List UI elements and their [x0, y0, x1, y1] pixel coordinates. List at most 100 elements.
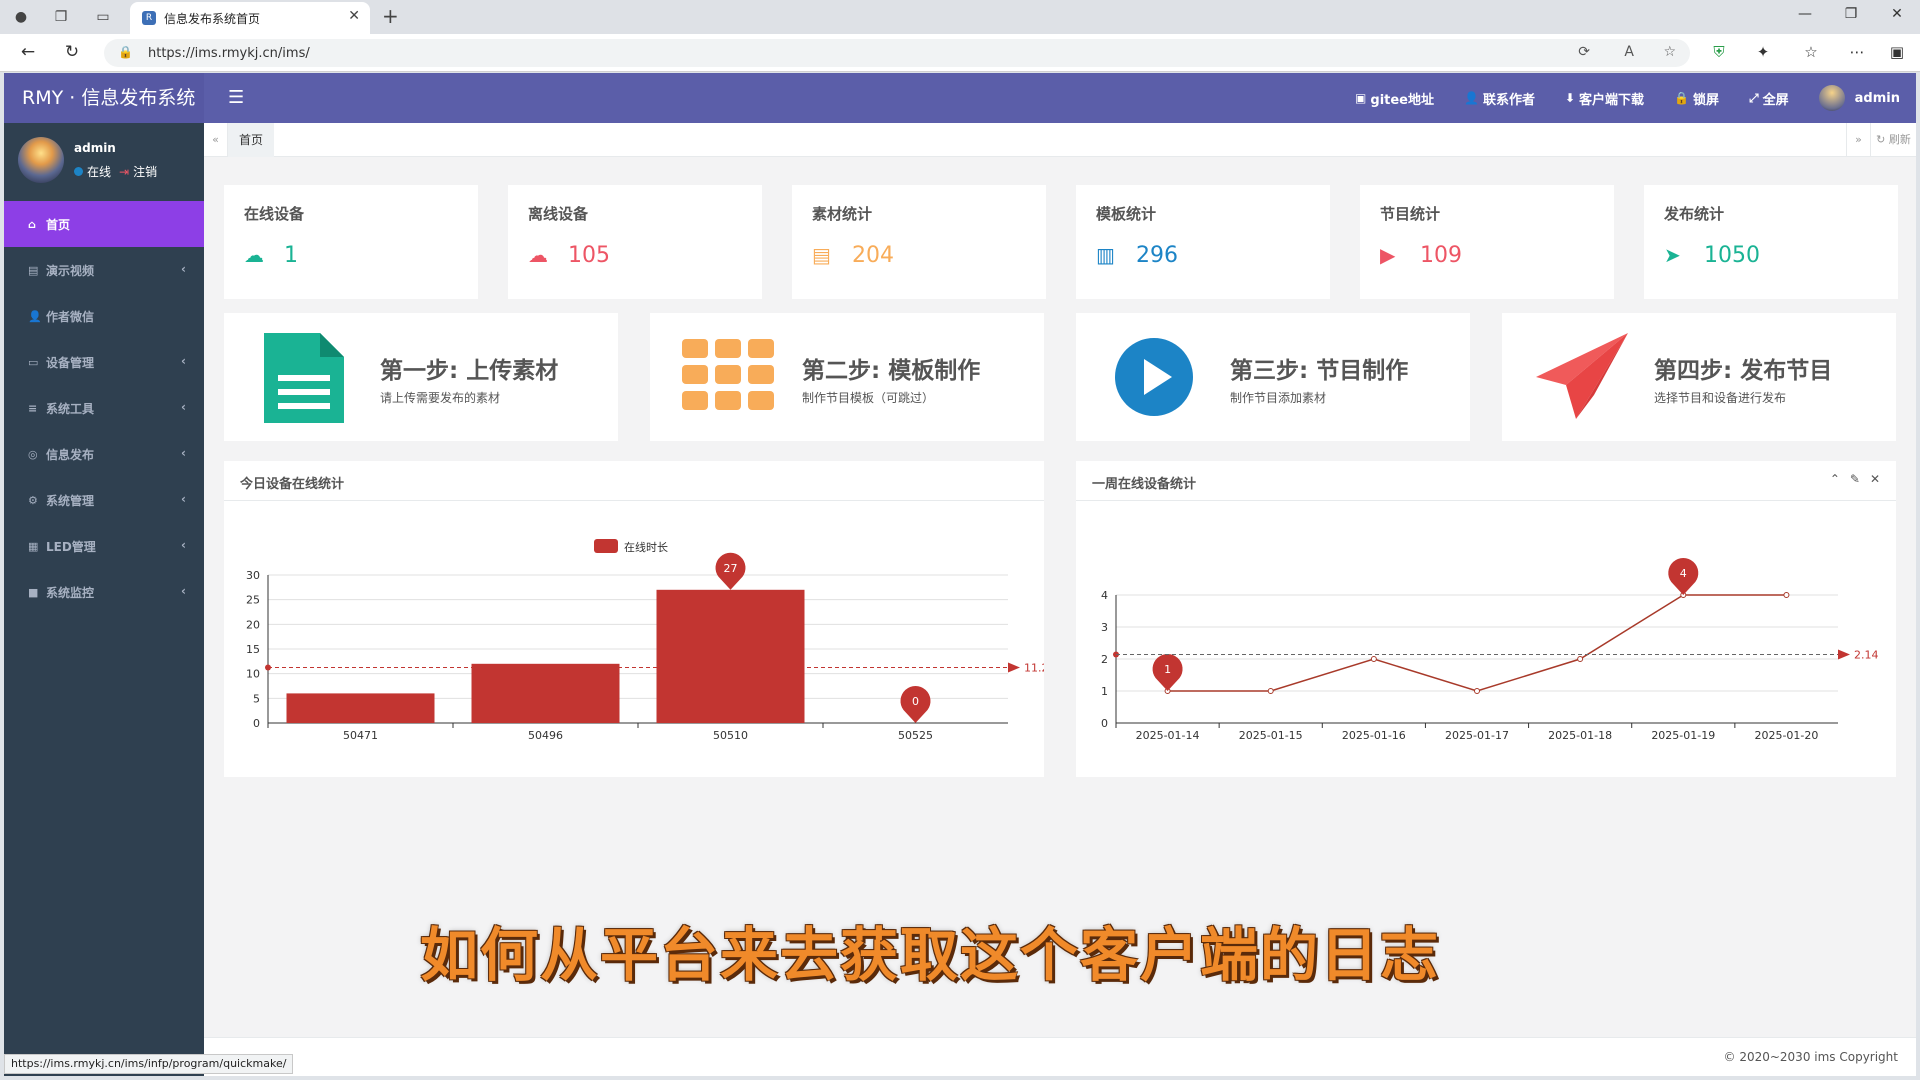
collapse-icon[interactable]: ⌃: [1830, 472, 1840, 486]
logout-link[interactable]: ⇥ 注销: [119, 163, 157, 180]
restore-icon[interactable]: ❐: [1836, 6, 1866, 22]
favorites-icon[interactable]: ☆: [1800, 43, 1822, 61]
stat-card-programs: 节目统计 ▶ 109: [1360, 185, 1614, 299]
tabs-scroll-left-icon[interactable]: «: [204, 123, 228, 157]
file-icon: ▤: [812, 243, 831, 267]
line-chart: 0 1 2 3 4 2025-01-14 2025-01-15 2025-01-16 2025-…: [1101, 558, 1879, 742]
x-tick-label: 2025-01-17: [1445, 729, 1509, 742]
tab-home[interactable]: 首页: [228, 123, 274, 157]
sidebar-item-author-wechat[interactable]: 👤 作者微信: [4, 293, 204, 339]
y-tick-label: 10: [246, 668, 260, 681]
nav-contact-author[interactable]: 👤 联系作者: [1464, 89, 1535, 108]
user-menu[interactable]: admin: [1818, 85, 1900, 111]
stat-card-offline: 离线设备 ☁ 105: [508, 185, 762, 299]
status-bar-url: https://ims.rmykj.cn/ims/infp/program/qu…: [4, 1054, 294, 1074]
panel-title: 一周在线设备统计: [1092, 477, 1197, 492]
panel-title: 今日设备在线统计: [240, 477, 345, 492]
x-tick-label: 2025-01-20: [1754, 729, 1818, 742]
y-tick-label: 2: [1101, 653, 1108, 666]
close-icon[interactable]: ✕: [1870, 472, 1880, 486]
refresh-button[interactable]: ↻ 刷新: [1870, 123, 1916, 157]
data-point: [1577, 656, 1584, 662]
wrench-icon[interactable]: ✎: [1850, 472, 1860, 486]
sidebar-item-home[interactable]: ⌂ 首页: [4, 201, 204, 247]
refresh-icon: ↻: [1876, 133, 1886, 146]
y-tick-label: 0: [1101, 717, 1108, 730]
reload-icon[interactable]: ↻: [60, 42, 84, 62]
y-tick-label: 25: [246, 594, 260, 607]
translate-icon[interactable]: ⟳: [1578, 44, 1590, 60]
chevron-left-icon: ‹: [181, 354, 186, 368]
video-caption: 如何从平台来去获取这个客户端的日志: [420, 921, 1441, 989]
data-point: [1783, 592, 1790, 598]
sidebar-item-demo-video[interactable]: ▤ 演示视频 ‹: [4, 247, 204, 293]
workspaces-icon[interactable]: ❐: [50, 7, 72, 27]
brand-title[interactable]: RMY · 信息发布系统: [4, 73, 204, 123]
sidebar-item-system-monitor[interactable]: ■ 系统监控 ‹: [4, 569, 204, 615]
keyboard-icon: ▦: [28, 539, 39, 553]
sidebar-toggle-icon[interactable]: ▣: [1886, 43, 1908, 61]
online-dot-icon: [74, 167, 83, 176]
nav-client-download[interactable]: ⬇ 客户端下载: [1565, 89, 1644, 108]
sidebar-item-system-management[interactable]: ⚙ 系统管理 ‹: [4, 477, 204, 523]
step-upload-materials[interactable]: 第一步: 上传素材 请上传需要发布的素材: [224, 313, 618, 441]
nav-lock-screen[interactable]: 🔒 锁屏: [1674, 89, 1719, 108]
back-icon[interactable]: ←: [16, 42, 40, 62]
y-tick-label: 30: [246, 569, 260, 582]
url-text: https://ims.rmykj.cn/ims/: [148, 46, 310, 61]
mark-line-label: 2.14: [1854, 649, 1879, 662]
window-close-icon[interactable]: ✕: [1882, 6, 1912, 22]
today-online-chart-panel: 今日设备在线统计 在线时长 0 5 10 15 20 25 30 50471 50496 50510…: [224, 461, 1044, 777]
footer: © 2020~2030 ims Copyright: [204, 1037, 1916, 1076]
sidebar-item-led-management[interactable]: ▦ LED管理 ‹: [4, 523, 204, 569]
lock-icon: 🔒: [118, 45, 133, 59]
y-tick-label: 20: [246, 618, 260, 631]
fullscreen-icon: ⤢: [1749, 90, 1759, 105]
sidebar: admin 在线 ⇥ 注销 ⌂ 首页 ▤ 演示视频 ‹ 👤 作者微信 ▭ 设备管理 ‹ ≡ 系统…: [4, 123, 204, 1076]
gear-icon: ⚙: [28, 493, 38, 507]
y-tick-label: 15: [246, 643, 260, 656]
step-program-making[interactable]: 第三步: 节目制作 制作节目添加素材: [1076, 313, 1470, 441]
x-tick-label: 50496: [528, 729, 563, 742]
step-template-making[interactable]: 第二步: 模板制作 制作节目模板（可跳过）: [650, 313, 1044, 441]
user-icon: 👤: [1464, 91, 1479, 105]
url-field[interactable]: 🔒 https://ims.rmykj.cn/ims/ ⟳ A ☆: [104, 39, 1690, 67]
shield-icon[interactable]: ⛨: [1708, 43, 1730, 61]
y-tick-label: 0: [253, 717, 260, 730]
bar-chart: 在线时长 0 5 10 15 20 25 30 50471 50496 50510 50525 27 0 1…: [246, 539, 1044, 742]
cloud-download-icon: ☁: [528, 243, 548, 267]
x-tick-label: 2025-01-14: [1136, 729, 1200, 742]
tabs-scroll-right-icon[interactable]: »: [1846, 123, 1870, 157]
mark-point-label: 4: [1680, 567, 1687, 580]
target-icon: ◎: [28, 447, 38, 461]
sidebar-menu: ⌂ 首页 ▤ 演示视频 ‹ 👤 作者微信 ▭ 设备管理 ‹ ≡ 系统工具 ‹ ◎ 信息发布 ‹ ⚙ 系…: [4, 201, 204, 615]
bar: [656, 589, 805, 723]
sidebar-item-system-tools[interactable]: ≡ 系统工具 ‹: [4, 385, 204, 431]
x-tick-label: 2025-01-19: [1651, 729, 1715, 742]
tab-actions-icon[interactable]: ▭: [92, 7, 114, 27]
sidebar-item-device-management[interactable]: ▭ 设备管理 ‹: [4, 339, 204, 385]
more-icon[interactable]: ⋯: [1846, 43, 1868, 61]
stat-card-materials: 素材统计 ▤ 204: [792, 185, 1046, 299]
nav-fullscreen[interactable]: ⤢ 全屏: [1749, 89, 1789, 108]
top-navbar: RMY · 信息发布系统 ☰ ▣ gitee地址 👤 联系作者 ⬇ 客户端下载 🔒 锁屏…: [4, 73, 1916, 123]
mark-line-arrow: [1838, 649, 1850, 660]
close-tab-icon[interactable]: ✕: [348, 8, 360, 24]
logout-icon: ⇥: [119, 165, 130, 179]
step-publish-program[interactable]: 第四步: 发布节目 选择节目和设备进行发布: [1502, 313, 1896, 441]
chevron-left-icon: ‹: [181, 400, 186, 414]
sidebar-item-info-publish[interactable]: ◎ 信息发布 ‹: [4, 431, 204, 477]
stat-card-online: 在线设备 ☁ 1: [224, 185, 478, 299]
read-aloud-icon[interactable]: A: [1624, 44, 1634, 60]
favorite-star-icon[interactable]: ☆: [1663, 44, 1676, 60]
play-square-icon: ▶: [1380, 243, 1396, 267]
extensions-icon[interactable]: ✦: [1752, 43, 1774, 61]
new-tab-icon[interactable]: +: [382, 4, 399, 28]
x-tick-label: 2025-01-15: [1239, 729, 1303, 742]
browser-tab[interactable]: R 信息发布系统首页 ✕: [130, 2, 370, 34]
nav-gitee[interactable]: ▣ gitee地址: [1355, 89, 1434, 108]
minimize-icon[interactable]: —: [1790, 6, 1820, 22]
copyright: © 2020~2030 ims Copyright: [1723, 1050, 1899, 1064]
profile-icon[interactable]: ●: [10, 7, 32, 27]
menu-toggle-icon[interactable]: ☰: [228, 87, 244, 108]
